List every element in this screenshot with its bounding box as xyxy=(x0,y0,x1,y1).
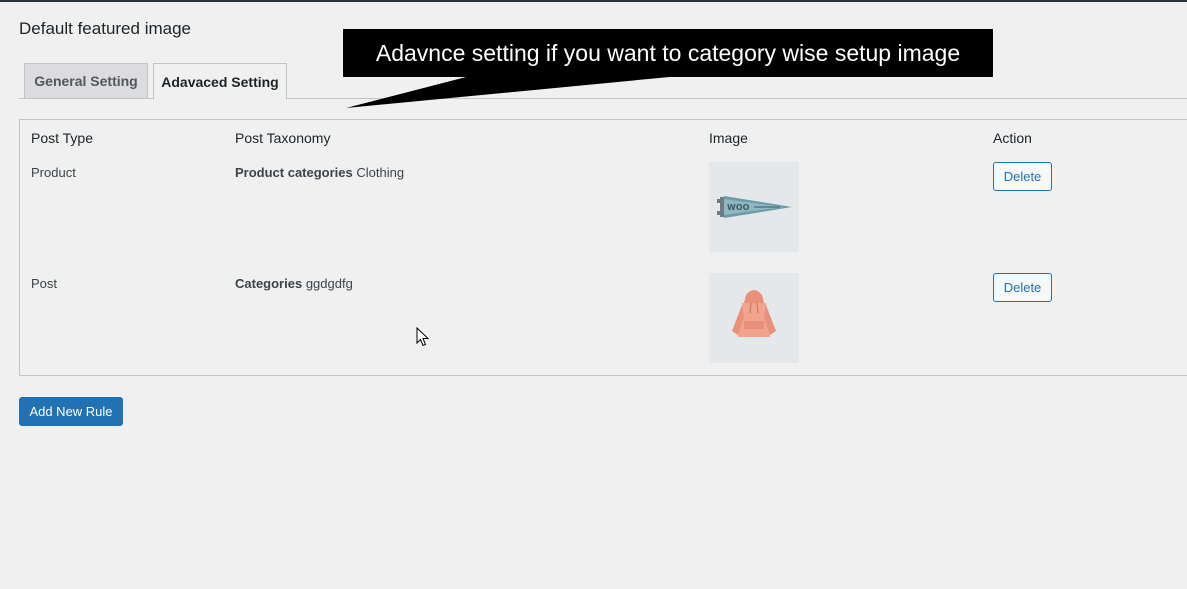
page-title: Default featured image xyxy=(19,19,191,38)
table-row: Product Product categories Clothing WOO … xyxy=(20,162,1187,262)
header-image: Image xyxy=(709,130,748,146)
add-new-rule-button[interactable]: Add New Rule xyxy=(19,397,123,426)
table-row: Post Categories ggdgdfg Delete xyxy=(20,273,1187,373)
row-post-type: Product xyxy=(31,165,76,180)
tab-advanced-setting[interactable]: Adavaced Setting xyxy=(153,63,287,100)
annotation-callout: Adavnce setting if you want to category … xyxy=(343,29,993,77)
hoodie-image[interactable] xyxy=(709,273,799,363)
taxonomy-name: Product categories xyxy=(235,165,353,180)
taxonomy-term: Clothing xyxy=(356,165,405,180)
taxonomy-term: ggdgdfg xyxy=(305,276,353,291)
taxonomy-name: Categories xyxy=(235,276,303,291)
row-taxonomy: Product categories Clothing xyxy=(235,165,404,180)
tab-general-setting[interactable]: General Setting xyxy=(24,63,148,99)
row-taxonomy: Categories ggdgdfg xyxy=(235,276,353,291)
delete-button[interactable]: Delete xyxy=(993,273,1052,302)
rules-table: Post Type Post Taxonomy Image Action Pro… xyxy=(19,119,1187,376)
pennant-image[interactable]: WOO xyxy=(709,162,799,252)
svg-text:WOO: WOO xyxy=(727,203,750,212)
top-border xyxy=(0,0,1187,2)
mouse-cursor-icon xyxy=(416,327,430,347)
header-post-taxonomy: Post Taxonomy xyxy=(235,130,331,146)
row-post-type: Post xyxy=(31,276,58,291)
header-action: Action xyxy=(993,130,1032,146)
header-post-type: Post Type xyxy=(31,130,94,146)
delete-button[interactable]: Delete xyxy=(993,162,1052,191)
